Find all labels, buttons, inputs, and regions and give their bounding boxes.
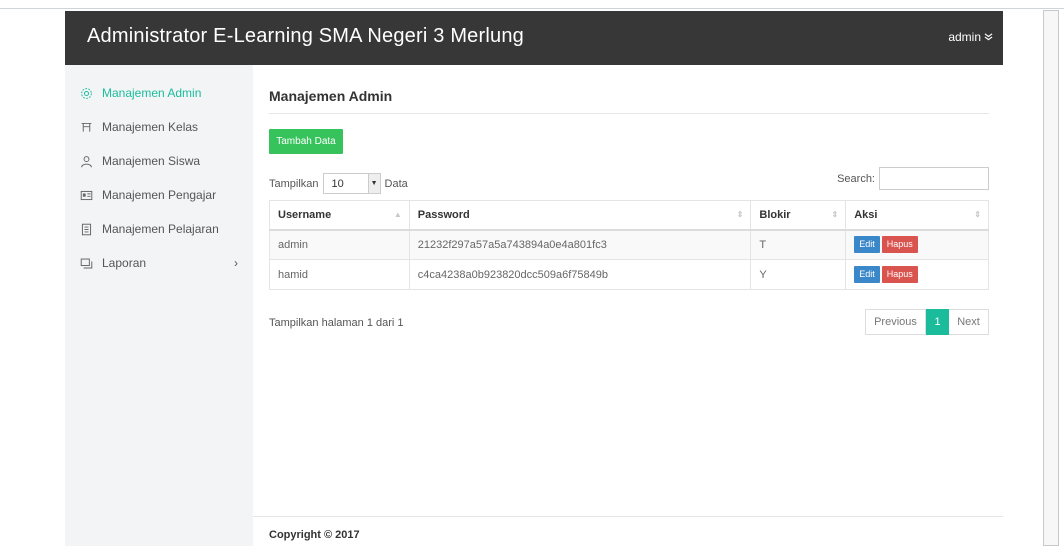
user-icon — [78, 153, 94, 169]
sort-icon: ⇕ — [831, 210, 839, 219]
sort-icon: ⇕ — [736, 210, 744, 219]
sidebar-item-manajemen-pengajar[interactable]: Manajemen Pengajar — [65, 185, 253, 205]
table-row: admin 21232f297a57a5a743894a0e4a801fc3 T… — [269, 229, 989, 260]
page-1-button[interactable]: 1 — [926, 309, 949, 335]
length-suffix: Data — [384, 177, 408, 190]
chevron-down-icon — [984, 30, 993, 44]
add-data-button[interactable]: Tambah Data — [269, 129, 343, 154]
cell-username: hamid — [269, 259, 410, 290]
cell-blokir: T — [750, 229, 847, 260]
next-page-button[interactable]: Next — [949, 309, 989, 335]
gear-icon — [78, 85, 94, 101]
sidebar-item-manajemen-siswa[interactable]: Manajemen Siswa — [65, 151, 253, 171]
sidebar-item-manajemen-kelas[interactable]: Manajemen Kelas — [65, 117, 253, 137]
id-card-icon — [78, 187, 94, 203]
page-title: Manajemen Admin — [269, 88, 393, 104]
chevron-right-icon: › — [234, 256, 238, 270]
cell-password: c4ca4238a0b923820dcc509a6f75849b — [408, 259, 752, 290]
edit-button[interactable]: Edit — [854, 236, 880, 254]
search-label: Search: — [837, 172, 875, 185]
length-prefix: Tampilkan — [269, 177, 319, 190]
search-input[interactable] — [879, 167, 989, 190]
delete-button[interactable]: Hapus — [881, 236, 918, 254]
cell-aksi: Edit Hapus — [845, 229, 989, 260]
page-length-select[interactable]: 10 ▼ — [322, 173, 381, 194]
footer: Copyright © 2017 — [253, 516, 1003, 546]
table-row: hamid c4ca4238a0b923820dcc509a6f75849b Y… — [269, 259, 989, 290]
copyright-text: Copyright © 2017 — [269, 529, 360, 541]
class-icon — [78, 119, 94, 135]
column-header-password[interactable]: Password ⇕ — [408, 200, 752, 231]
divider — [269, 113, 989, 114]
page-length-value: 10 — [331, 177, 344, 190]
column-header-aksi[interactable]: Aksi ⇕ — [845, 200, 989, 231]
sidebar-item-label: Laporan — [102, 256, 147, 270]
sidebar-item-laporan[interactable]: Laporan › — [65, 253, 253, 273]
sidebar-item-label: Manajemen Admin — [102, 86, 202, 100]
cell-aksi: Edit Hapus — [845, 259, 989, 290]
search-control: Search: — [837, 167, 989, 190]
delete-button[interactable]: Hapus — [881, 266, 918, 283]
book-icon — [78, 221, 94, 237]
edit-button[interactable]: Edit — [854, 266, 880, 283]
sidebar-item-label: Manajemen Pelajaran — [102, 222, 219, 236]
pagination: Previous 1 Next — [865, 309, 989, 335]
brand-title: Administrator E-Learning SMA Negeri 3 Me… — [87, 25, 524, 47]
page-length-control: Tampilkan 10 ▼ Data — [269, 173, 408, 194]
dropdown-arrow-icon: ▼ — [367, 174, 380, 193]
table-header-row: Username ▲ Password ⇕ Blokir ⇕ Aksi ⇕ — [269, 200, 989, 231]
report-icon — [78, 255, 94, 271]
user-menu[interactable]: admin — [948, 30, 993, 44]
browser-top-border — [0, 8, 1064, 9]
column-header-blokir[interactable]: Blokir ⇕ — [750, 200, 847, 231]
cell-password: 21232f297a57a5a743894a0e4a801fc3 — [408, 229, 752, 260]
app-window: Administrator E-Learning SMA Negeri 3 Me… — [65, 11, 1003, 546]
sidebar-item-manajemen-pelajaran[interactable]: Manajemen Pelajaran — [65, 219, 253, 239]
sort-asc-icon: ▲ — [393, 210, 402, 219]
column-header-username[interactable]: Username ▲ — [269, 200, 410, 231]
sort-icon: ⇕ — [974, 210, 981, 219]
admin-table: Username ▲ Password ⇕ Blokir ⇕ Aksi ⇕ admin … — [269, 200, 989, 290]
sidebar: Manajemen Admin Manajemen Kelas Manajeme… — [65, 65, 253, 546]
top-navbar: Administrator E-Learning SMA Negeri 3 Me… — [65, 11, 1003, 65]
cell-blokir: Y — [750, 259, 847, 290]
previous-page-button[interactable]: Previous — [865, 309, 926, 335]
user-name: admin — [948, 30, 981, 44]
page-scrollbar[interactable] — [1043, 10, 1059, 546]
sidebar-item-label: Manajemen Pengajar — [102, 188, 217, 202]
sidebar-item-label: Manajemen Kelas — [102, 120, 199, 134]
sidebar-item-label: Manajemen Siswa — [102, 154, 201, 168]
sidebar-item-manajemen-admin[interactable]: Manajemen Admin — [65, 83, 253, 103]
table-info: Tampilkan halaman 1 dari 1 — [269, 317, 404, 329]
cell-username: admin — [269, 229, 410, 260]
